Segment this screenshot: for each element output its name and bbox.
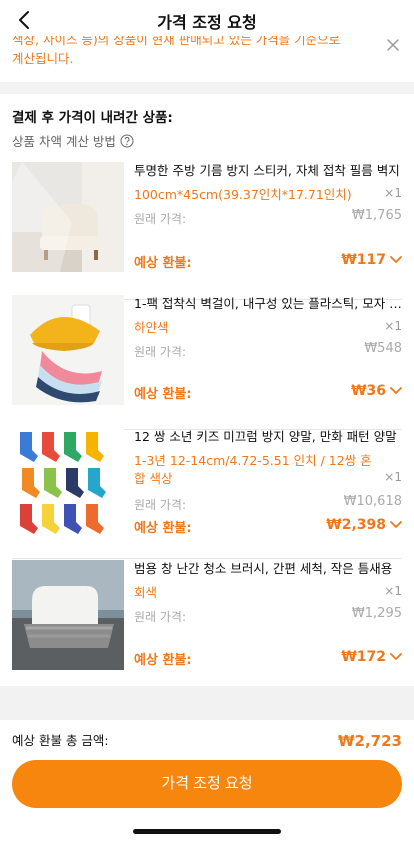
product-name: 범용 창 난간 청소 브러시, 간편 세척, 작은 틈새용 xyxy=(134,561,393,576)
original-price-label: 원래 가격: xyxy=(134,212,187,226)
product-image xyxy=(12,560,124,670)
total-refund-label: 예상 환불 총 금액: xyxy=(12,733,109,748)
original-price-label: 원래 가격: xyxy=(134,498,187,512)
product-variant-line-2: 합 색상 xyxy=(134,471,173,486)
product-variant: 1-3년 12-14cm/4.72-5.51 인치 / 12쌍 혼 합 색상 xyxy=(134,452,402,488)
original-price-label: 원래 가격: xyxy=(134,610,187,624)
product-variant-line-1: 1-3년 12-14cm/4.72-5.51 인치 / 12쌍 혼 xyxy=(134,453,372,468)
chevron-down-icon xyxy=(390,653,402,660)
close-icon[interactable] xyxy=(386,38,400,52)
list-item[interactable]: 1-팩 접착식 벽걸이, 내구성 있는 플라스틱, 모자 걸이 하얀색 ×1 원… xyxy=(0,295,414,430)
refund-amount-toggle[interactable]: ₩172 xyxy=(341,649,402,665)
product-name: 투명한 주방 기름 방지 스티커, 자체 접착 필름 벽지 xyxy=(134,163,400,178)
original-price: ₩1,765 xyxy=(351,208,402,223)
calc-method-link[interactable]: 상품 차액 계산 방법 xyxy=(12,131,134,150)
product-variant: 회색 xyxy=(134,585,158,600)
product-image xyxy=(12,295,124,405)
refund-amount-toggle[interactable]: ₩36 xyxy=(351,383,402,399)
request-price-adjustment-button[interactable]: 가격 조정 요청 xyxy=(12,760,402,808)
list-item[interactable]: 범용 창 난간 청소 브러시, 간편 세척, 작은 틈새용 회색 ×1 원래 가… xyxy=(0,560,414,690)
refund-amount: ₩2,398 xyxy=(326,517,386,533)
notice-line-1: 색상, 사이즈 등)의 상품이 현재 판매되고 있는 가격을 기준으로 xyxy=(12,36,341,47)
product-quantity: ×1 xyxy=(384,584,402,598)
refund-total-row: 예상 환불 총 금액: ₩2,723 xyxy=(12,728,402,754)
price-notice-banner: 색상, 사이즈 등)의 상품이 현재 판매되고 있는 가격을 기준으로 계산됩니… xyxy=(0,36,414,72)
expected-refund-label: 예상 환불: xyxy=(134,387,192,402)
chevron-down-icon xyxy=(390,387,402,394)
refund-amount-toggle[interactable]: ₩117 xyxy=(341,252,402,268)
expected-refund-label: 예상 환불: xyxy=(134,653,192,668)
section-divider xyxy=(0,82,414,94)
total-refund-value: ₩2,723 xyxy=(338,732,402,750)
header-bar: 가격 조정 요청 xyxy=(0,0,414,40)
notice-text: 색상, 사이즈 등)의 상품이 현재 판매되고 있는 가격을 기준으로 계산됩니… xyxy=(12,36,372,68)
product-name: 12 쌍 소년 키즈 미끄럼 방지 양말, 만화 패턴 양말 xyxy=(134,429,397,444)
product-variant: 하얀색 xyxy=(134,320,169,335)
help-icon xyxy=(120,134,134,147)
calc-method-label: 상품 차액 계산 방법 xyxy=(12,134,116,149)
refund-amount: ₩172 xyxy=(341,649,386,665)
chevron-down-icon xyxy=(390,256,402,263)
original-price-label: 원래 가격: xyxy=(134,345,187,359)
product-name: 1-팩 접착식 벽걸이, 내구성 있는 플라스틱, 모자 걸이 xyxy=(134,296,402,311)
product-variant: 100cm*45cm(39.37인치*17.71인치) xyxy=(134,187,352,202)
expected-refund-label: 예상 환불: xyxy=(134,256,192,271)
product-quantity: ×1 xyxy=(384,470,402,484)
refund-amount-toggle[interactable]: ₩2,398 xyxy=(326,517,402,533)
refund-amount: ₩117 xyxy=(341,252,386,268)
home-indicator[interactable] xyxy=(133,829,281,834)
expected-refund-label: 예상 환불: xyxy=(134,521,192,536)
product-image xyxy=(12,428,124,538)
original-price: ₩10,618 xyxy=(343,494,402,509)
notice-line-2: 계산됩니다. xyxy=(12,51,74,66)
product-quantity: ×1 xyxy=(384,186,402,200)
list-item[interactable]: 12 쌍 소년 키즈 미끄럼 방지 양말, 만화 패턴 양말 1-3년 12-1… xyxy=(0,428,414,559)
footer-divider xyxy=(0,686,414,720)
section-title: 결제 후 가격이 내려간 상품: xyxy=(12,110,173,126)
original-price: ₩548 xyxy=(364,341,402,356)
page-title: 가격 조정 요청 xyxy=(157,13,257,32)
product-image xyxy=(12,162,124,272)
refund-amount: ₩36 xyxy=(351,383,386,399)
original-price: ₩1,295 xyxy=(351,606,402,621)
product-quantity: ×1 xyxy=(384,319,402,333)
chevron-down-icon xyxy=(390,521,402,528)
list-item[interactable]: 투명한 주방 기름 방지 스티커, 자체 접착 필름 벽지 100cm*45cm… xyxy=(0,162,414,300)
item-divider xyxy=(12,558,402,559)
